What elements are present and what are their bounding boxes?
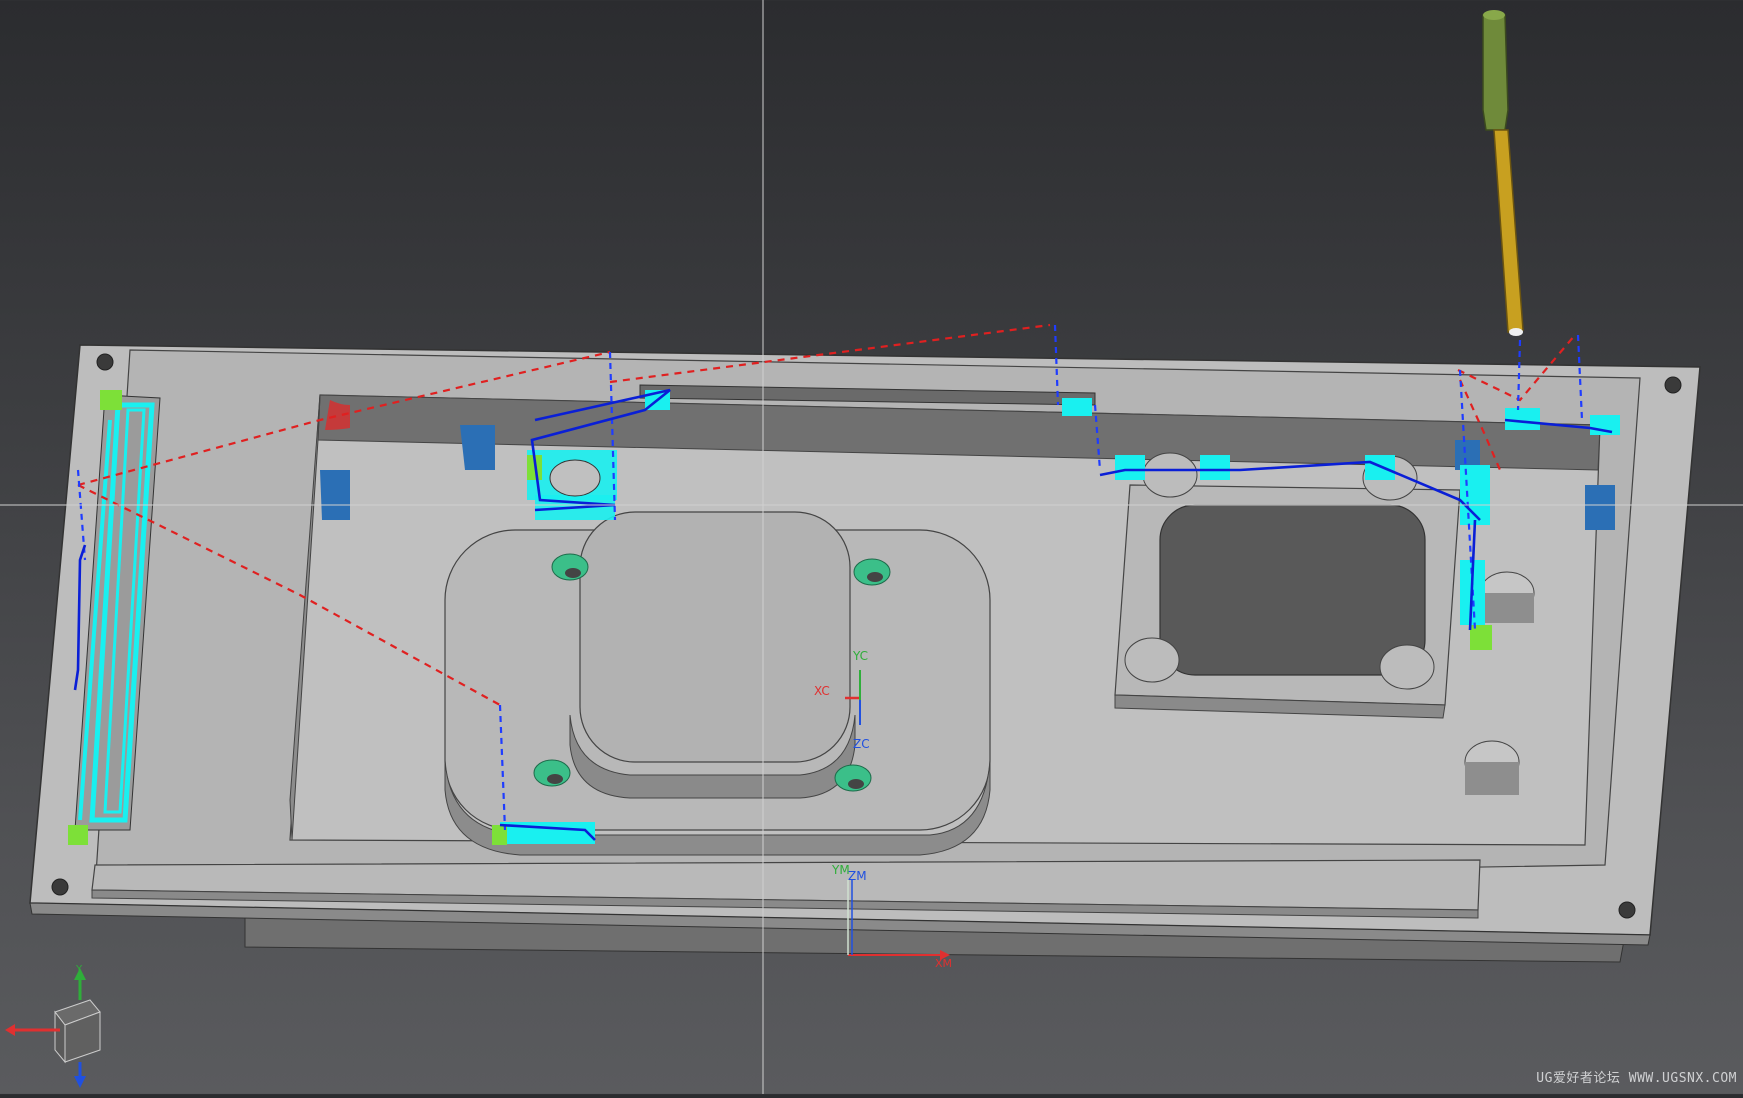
wcs-xc-label: XC — [814, 684, 830, 698]
mcs-zm-label: ZM — [848, 869, 867, 883]
wcs-yc-label: YC — [852, 649, 868, 663]
wcs-zc-label: ZC — [853, 737, 870, 751]
cutting-tool[interactable] — [1482, 10, 1524, 336]
center-boss[interactable] — [444, 511, 991, 856]
graphics-viewport[interactable]: XC YC ZC YM ZM XM Y — [0, 0, 1743, 1094]
triad-y-label: Y — [75, 964, 83, 975]
forum-watermark: UG爱好者论坛 WWW.UGSNX.COM — [1536, 1071, 1737, 1086]
mcs-xm-label: XM — [935, 957, 952, 970]
view-triad[interactable]: Y — [5, 964, 101, 1088]
mcs-ym-label: YM — [831, 863, 850, 877]
